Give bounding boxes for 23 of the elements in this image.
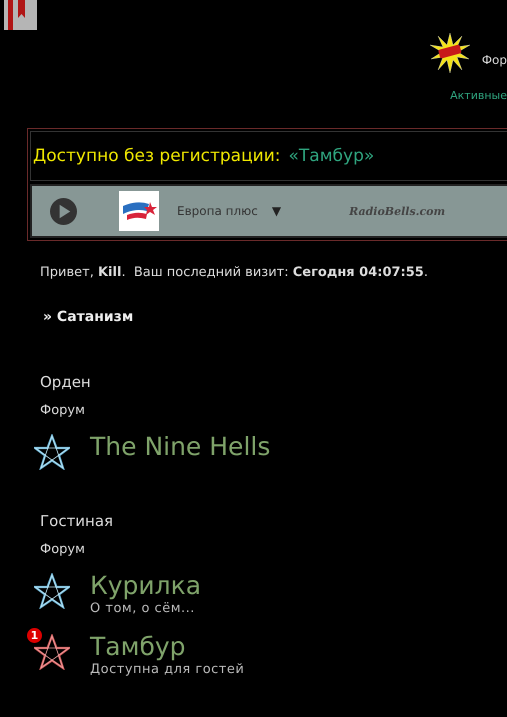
forum-title-link[interactable]: Курилка — [90, 571, 202, 601]
play-icon[interactable] — [50, 198, 77, 224]
bookmark-icon[interactable] — [4, 0, 37, 30]
station-logo-icon — [119, 191, 159, 231]
breadcrumb-link[interactable]: » Сатанизм — [43, 309, 507, 325]
welcome-message: Привет, Kill. Ваш последний визит: Сегодня 04:07:55. — [40, 265, 429, 280]
forum-nav-link[interactable]: Фор — [482, 53, 507, 67]
category-title: Гостиная — [40, 512, 114, 530]
forum-title-link[interactable]: Тамбур — [90, 632, 244, 662]
unread-count-badge: 1 — [27, 628, 42, 643]
column-label: Форум — [40, 542, 86, 557]
guest-forum-link[interactable]: «Тамбур» — [288, 146, 374, 166]
notice-label: Доступно без регистрации: — [33, 146, 280, 166]
category-title: Орден — [40, 373, 92, 391]
forum-description: Доступна для гостей — [90, 662, 244, 677]
station-name[interactable]: Европа плюс — [177, 204, 258, 218]
new-burst-icon — [430, 33, 470, 73]
player-brand: RadioBells.com — [349, 204, 446, 218]
column-label: Форум — [40, 403, 86, 418]
station-dropdown-arrow[interactable]: ▼ — [272, 204, 282, 218]
forum-title-link[interactable]: The Nine Hells — [90, 432, 270, 462]
active-topics-link[interactable]: Активные — [450, 89, 507, 102]
forum-description: О том, о сём... — [90, 601, 196, 616]
